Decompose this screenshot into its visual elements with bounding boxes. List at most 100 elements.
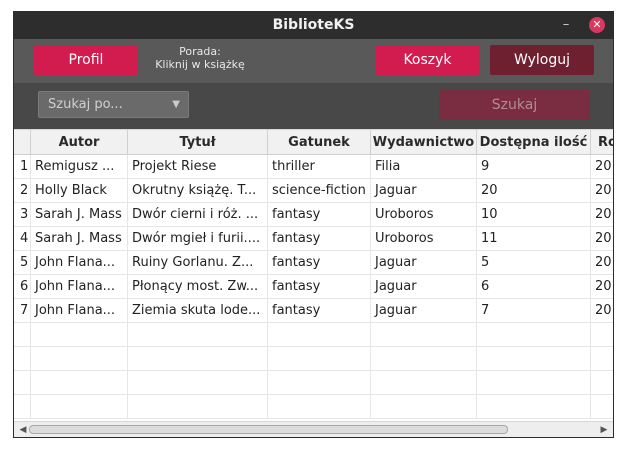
cell-rok: 20 xyxy=(591,251,613,274)
cell-gatunek: fantasy xyxy=(268,251,371,274)
empty-table-row xyxy=(14,347,613,371)
cell-rok xyxy=(591,395,613,418)
cell-dostepna-ilosc xyxy=(477,395,591,418)
table-row[interactable]: 7 John Flana... Ziemia skuta lode... fantas… xyxy=(14,299,613,323)
cell-index: 4 xyxy=(14,227,31,250)
search-bar: Szukaj po... ▼ Szukaj xyxy=(14,83,613,129)
top-toolbar: Profil Porada: Kliknij w książkę Koszyk … xyxy=(14,39,613,83)
empty-table-row xyxy=(14,371,613,395)
table-row[interactable]: 1 Remigusz ... Projekt Riese thriller Filia 9… xyxy=(14,155,613,179)
cell-autor: Holly Black xyxy=(31,179,128,202)
cell-tytul: Dwór cierni i róż. ... xyxy=(128,203,268,226)
tip-heading: Porada: xyxy=(179,45,221,58)
cell-index xyxy=(14,323,31,346)
cell-rok: 20 xyxy=(591,299,613,322)
cell-autor xyxy=(31,323,128,346)
cell-wydawnictwo: Uroboros xyxy=(371,203,477,226)
tip-body: Kliknij w książkę xyxy=(155,58,245,71)
cell-wydawnictwo: Jaguar xyxy=(371,275,477,298)
cell-rok xyxy=(591,323,613,346)
column-header-index[interactable] xyxy=(14,130,31,155)
cell-rok: 20 xyxy=(591,203,613,226)
close-icon[interactable]: ✕ xyxy=(589,17,605,33)
cell-autor: Sarah J. Mass xyxy=(31,203,128,226)
cell-gatunek: thriller xyxy=(268,155,371,178)
cell-index: 5 xyxy=(14,251,31,274)
cell-tytul xyxy=(128,323,268,346)
table-row[interactable]: 2 Holly Black Okrutny książę. T... science-… xyxy=(14,179,613,203)
cell-tytul xyxy=(128,395,268,418)
column-header-tytul[interactable]: Tytuł xyxy=(128,130,268,155)
cell-index: 3 xyxy=(14,203,31,226)
cell-rok: 20 xyxy=(591,179,613,202)
table-row[interactable]: 5 John Flana... Ruiny Gorlanu. Z... fantasy… xyxy=(14,251,613,275)
cell-wydawnictwo xyxy=(371,323,477,346)
horizontal-scrollbar[interactable]: ◀ ▶ xyxy=(14,421,613,437)
cell-dostepna-ilosc: 6 xyxy=(477,275,591,298)
cell-autor xyxy=(31,395,128,418)
cell-gatunek: fantasy xyxy=(268,203,371,226)
column-header-gatunek[interactable]: Gatunek xyxy=(268,130,371,155)
wyloguj-button[interactable]: Wyloguj xyxy=(490,45,594,75)
cell-tytul: Ziemia skuta lode... xyxy=(128,299,268,322)
empty-table-row xyxy=(14,395,613,419)
koszyk-button[interactable]: Koszyk xyxy=(376,45,479,75)
cell-tytul xyxy=(128,347,268,370)
cell-gatunek: fantasy xyxy=(268,299,371,322)
cell-wydawnictwo: Jaguar xyxy=(371,179,477,202)
cell-dostepna-ilosc: 7 xyxy=(477,299,591,322)
cell-index xyxy=(14,395,31,418)
scrollbar-thumb[interactable] xyxy=(29,425,508,434)
table-row[interactable]: 6 John Flana... Płonący most. Zw... fantasy… xyxy=(14,275,613,299)
tip-text: Porada: Kliknij w książkę xyxy=(150,45,250,71)
search-by-select[interactable]: Szukaj po... ▼ xyxy=(38,91,189,118)
cell-dostepna-ilosc: 10 xyxy=(477,203,591,226)
cell-wydawnictwo: Filia xyxy=(371,155,477,178)
profil-button[interactable]: Profil xyxy=(34,45,138,75)
szukaj-button[interactable]: Szukaj xyxy=(439,90,590,120)
cell-index: 6 xyxy=(14,275,31,298)
cell-gatunek xyxy=(268,323,371,346)
table-header: Autor Tytuł Gatunek Wydawnictwo Dostępna… xyxy=(14,129,613,155)
cell-index xyxy=(14,347,31,370)
column-header-autor[interactable]: Autor xyxy=(31,130,128,155)
cell-tytul: Ruiny Gorlanu. Z... xyxy=(128,251,268,274)
cell-gatunek: fantasy xyxy=(268,227,371,250)
cell-wydawnictwo xyxy=(371,395,477,418)
cell-wydawnictwo: Jaguar xyxy=(371,251,477,274)
column-header-wydawnictwo[interactable]: Wydawnictwo xyxy=(371,130,477,155)
table-row[interactable]: 3 Sarah J. Mass Dwór cierni i róż. ... fant… xyxy=(14,203,613,227)
cell-rok xyxy=(591,371,613,394)
cell-rok: 20 xyxy=(591,275,613,298)
cell-tytul: Dwór mgieł i furii.... xyxy=(128,227,268,250)
cell-gatunek: fantasy xyxy=(268,275,371,298)
cell-autor xyxy=(31,371,128,394)
cell-gatunek xyxy=(268,347,371,370)
cell-rok: 20 xyxy=(591,227,613,250)
cell-autor: John Flana... xyxy=(31,251,128,274)
cell-dostepna-ilosc: 9 xyxy=(477,155,591,178)
cell-autor: Sarah J. Mass xyxy=(31,227,128,250)
cell-autor xyxy=(31,347,128,370)
search-by-value: Szukaj po... xyxy=(48,97,123,112)
cell-rok: 20 xyxy=(591,155,613,178)
cell-index: 2 xyxy=(14,179,31,202)
titlebar[interactable]: BiblioteKS – ✕ xyxy=(14,12,613,39)
cell-gatunek: science-fiction xyxy=(268,179,371,202)
cell-dostepna-ilosc: 11 xyxy=(477,227,591,250)
column-header-rok[interactable]: Ro xyxy=(591,130,613,155)
chevron-down-icon: ▼ xyxy=(172,99,180,110)
arrow-right-icon[interactable]: ▶ xyxy=(597,423,611,437)
cell-gatunek xyxy=(268,395,371,418)
cell-dostepna-ilosc: 20 xyxy=(477,179,591,202)
cell-index: 7 xyxy=(14,299,31,322)
column-header-dostepna-ilosc[interactable]: Dostępna ilość xyxy=(477,130,591,155)
cell-tytul: Okrutny książę. T... xyxy=(128,179,268,202)
cell-dostepna-ilosc xyxy=(477,371,591,394)
arrow-left-icon[interactable]: ◀ xyxy=(16,423,30,437)
minimize-icon[interactable]: – xyxy=(559,18,573,32)
cell-autor: John Flana... xyxy=(31,275,128,298)
cell-tytul: Płonący most. Zw... xyxy=(128,275,268,298)
table-row[interactable]: 4 Sarah J. Mass Dwór mgieł i furii.... fant… xyxy=(14,227,613,251)
cell-autor: John Flana... xyxy=(31,299,128,322)
